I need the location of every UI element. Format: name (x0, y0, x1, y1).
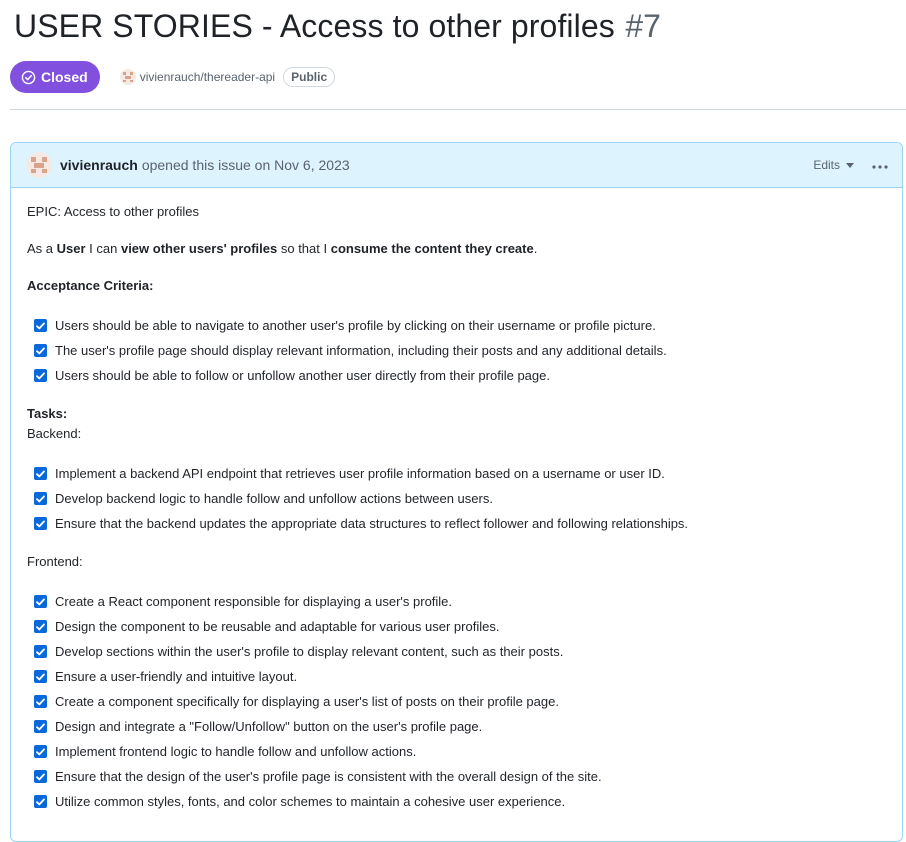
checkbox-checked-icon[interactable] (34, 670, 47, 683)
acceptance-list: Users should be able to navigate to anot… (27, 313, 886, 388)
repo-link[interactable]: vivienrauch/thereader-api (119, 69, 275, 85)
comment-author[interactable]: vivienrauch (60, 157, 138, 173)
task-item: Create a component specifically for disp… (34, 689, 886, 714)
user-story: As a User I can view other users' profil… (27, 239, 886, 259)
issue-title: USER STORIES - Access to other profiles (14, 8, 615, 44)
checkbox-checked-icon[interactable] (34, 645, 47, 658)
edits-label: Edits (813, 158, 840, 172)
checkbox-checked-icon[interactable] (34, 319, 47, 332)
repo-owner-avatar (119, 69, 136, 85)
task-text: Users should be able to follow or unfoll… (55, 367, 550, 383)
task-text: Users should be able to navigate to anot… (55, 317, 656, 333)
checkbox-checked-icon[interactable] (34, 795, 47, 808)
backend-label: Backend: (27, 426, 82, 441)
task-text: Ensure that the design of the user's pro… (55, 768, 602, 784)
task-item: The user's profile page should display r… (34, 338, 886, 363)
task-item: Ensure that the backend updates the appr… (34, 511, 886, 536)
task-item: Implement frontend logic to handle follo… (34, 739, 886, 764)
checkbox-checked-icon[interactable] (34, 369, 47, 382)
task-item: Users should be able to navigate to anot… (34, 313, 886, 338)
task-item: Implement a backend API endpoint that re… (34, 461, 886, 486)
checkbox-checked-icon[interactable] (34, 492, 47, 505)
task-text: The user's profile page should display r… (55, 342, 667, 358)
task-item: Develop backend logic to handle follow a… (34, 486, 886, 511)
state-badge: Closed (10, 61, 100, 93)
task-text: Utilize common styles, fonts, and color … (55, 793, 566, 809)
acceptance-heading: Acceptance Criteria: (27, 278, 154, 293)
checkbox-checked-icon[interactable] (34, 695, 47, 708)
edits-dropdown[interactable]: Edits (813, 158, 854, 172)
checkbox-checked-icon[interactable] (34, 467, 47, 480)
story-part-1: As a (27, 241, 57, 256)
task-text: Implement a backend API endpoint that re… (55, 465, 665, 481)
task-item: Ensure a user-friendly and intuitive lay… (34, 664, 886, 689)
caret-down-icon (846, 162, 854, 168)
visibility-badge: Public (283, 67, 336, 87)
backend-list: Implement a backend API endpoint that re… (27, 461, 886, 536)
task-item: Develop sections within the user's profi… (34, 639, 886, 664)
state-label: Closed (41, 69, 88, 85)
task-item: Utilize common styles, fonts, and color … (34, 789, 886, 814)
task-text: Design the component to be reusable and … (55, 618, 500, 634)
frontend-label: Frontend: (27, 554, 83, 569)
checkbox-checked-icon[interactable] (34, 720, 47, 733)
checkbox-checked-icon[interactable] (34, 745, 47, 758)
story-part-3: so that I (277, 241, 331, 256)
checkbox-checked-icon[interactable] (34, 620, 47, 633)
task-item: Design and integrate a "Follow/Unfollow"… (34, 714, 886, 739)
checkbox-checked-icon[interactable] (34, 517, 47, 530)
author-avatar[interactable] (26, 152, 52, 178)
task-text: Develop backend logic to handle follow a… (55, 490, 493, 506)
frontend-list: Create a React component responsible for… (27, 589, 886, 814)
task-text: Ensure that the backend updates the appr… (55, 515, 689, 531)
story-benefit: consume the content they create (330, 241, 534, 256)
task-text: Create a React component responsible for… (55, 593, 453, 609)
circle-check-icon (21, 70, 36, 85)
task-text: Ensure a user-friendly and intuitive lay… (55, 668, 298, 684)
task-item: Users should be able to follow or unfoll… (34, 363, 886, 388)
task-item: Create a React component responsible for… (34, 589, 886, 614)
kebab-horizontal-icon[interactable] (872, 156, 888, 174)
story-part-2: I can (85, 241, 121, 256)
issue-comment: vivienrauch opened this issue on Nov 6, … (10, 142, 903, 842)
task-item: Ensure that the design of the user's pro… (34, 764, 886, 789)
task-text: Implement frontend logic to handle follo… (55, 743, 417, 759)
opened-text: opened this issue on Nov 6, 2023 (141, 157, 350, 173)
comment-header: vivienrauch opened this issue on Nov 6, … (11, 143, 902, 188)
issue-title-row: USER STORIES - Access to other profiles … (14, 8, 661, 45)
task-text: Design and integrate a "Follow/Unfollow"… (55, 718, 483, 734)
checkbox-checked-icon[interactable] (34, 595, 47, 608)
issue-meta: Closed vivienrauch/thereader-api Public (10, 61, 336, 93)
task-text: Create a component specifically for disp… (55, 693, 559, 709)
issue-number: #7 (625, 8, 661, 44)
task-item: Design the component to be reusable and … (34, 614, 886, 639)
story-role: User (56, 241, 86, 256)
task-text: Develop sections within the user's profi… (55, 643, 564, 659)
repo-name[interactable]: vivienrauch/thereader-api (140, 70, 275, 84)
checkbox-checked-icon[interactable] (34, 344, 47, 357)
epic-line: EPIC: Access to other profiles (27, 204, 199, 219)
checkbox-checked-icon[interactable] (34, 770, 47, 783)
tasks-heading: Tasks: (27, 406, 68, 421)
story-part-4: . (533, 241, 538, 256)
header-divider (10, 109, 906, 110)
comment-body: EPIC: Access to other profiles As a User… (11, 188, 902, 814)
story-action: view other users' profiles (120, 241, 278, 256)
